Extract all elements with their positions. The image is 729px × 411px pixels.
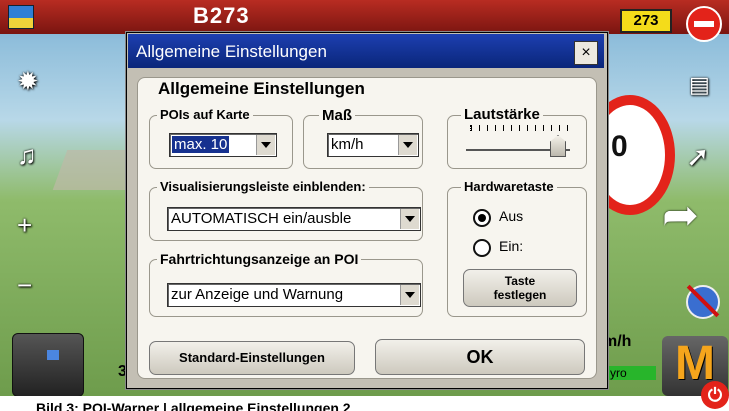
vis-bar-group-title: Visualisierungsleiste einblenden: (157, 179, 369, 194)
route-button-icon[interactable] (12, 333, 84, 396)
direction-group-title: Fahrtrichtungsanzeige an POI (157, 251, 362, 267)
pois-group-title: POIs auf Karte (157, 107, 253, 122)
defaults-button[interactable]: Standard-Einstellungen (149, 341, 355, 375)
assign-key-button[interactable]: Taste festlegen (463, 269, 577, 307)
speed-limit-value: 0 (611, 130, 628, 163)
chevron-down-icon[interactable] (398, 135, 417, 155)
route-number-badge: 273 (620, 9, 672, 33)
volume-group (447, 115, 587, 169)
ok-button-label: OK (466, 347, 494, 367)
battery-icon: ▤ (689, 72, 710, 97)
zoom-in-icon[interactable]: + (17, 210, 32, 241)
volume-group-title: Lautstärke (461, 106, 543, 123)
chevron-down-icon[interactable] (400, 209, 419, 229)
mass-group-title: Maß (319, 107, 355, 124)
direction-select[interactable]: zur Anzeige und Warnung (167, 283, 421, 307)
zoom-out-icon[interactable]: − (17, 270, 32, 301)
hardware-group-title: Hardwaretaste (461, 179, 557, 194)
radio-ein-label: Ein: (499, 238, 524, 254)
map-mode-icon[interactable] (8, 5, 34, 29)
navigation-arrow-icon[interactable]: ➚ (686, 140, 709, 173)
settings-dialog: Allgemeine Einstellungen × Allgemeine Ei… (126, 32, 608, 389)
pois-select[interactable]: max. 10 (169, 133, 277, 157)
bluetooth-off-icon[interactable] (686, 285, 720, 319)
status-indicator: yro (606, 366, 656, 380)
dialog-title: Allgemeine Einstellungen (136, 42, 327, 61)
brightness-icon[interactable]: ✹ (17, 66, 39, 97)
assign-key-button-label: Taste festlegen (493, 274, 547, 302)
chevron-down-icon[interactable] (400, 285, 419, 305)
defaults-button-label: Standard-Einstellungen (179, 350, 325, 365)
direction-select-value: zur Anzeige und Warnung (171, 286, 344, 303)
chevron-down-icon[interactable] (256, 135, 275, 155)
turn-arrow-icon: ➦ (662, 191, 699, 240)
mass-select-value: km/h (331, 136, 364, 153)
close-button[interactable]: × (574, 41, 598, 65)
road-name: B273 (193, 3, 250, 28)
vis-bar-select-value: AUTOMATISCH ein/ausble (171, 210, 352, 227)
pois-select-value: max. 10 (172, 136, 230, 153)
radio-aus[interactable] (473, 209, 491, 227)
radio-aus-label: Aus (499, 208, 524, 224)
panel-title: Allgemeine Einstellungen (155, 79, 368, 99)
vis-bar-select[interactable]: AUTOMATISCH ein/ausble (167, 207, 421, 231)
mass-select[interactable]: km/h (327, 133, 419, 157)
figure-caption: Bild 3: POI-Warner | allgemeine Einstell… (36, 400, 351, 411)
dialog-titlebar: Allgemeine Einstellungen × (128, 34, 604, 68)
power-icon[interactable]: ⏻ (701, 381, 729, 409)
volume-slider-ticks (470, 125, 571, 131)
music-note-icon[interactable]: ♫ (17, 140, 37, 171)
no-entry-icon (686, 6, 722, 42)
ok-button[interactable]: OK (375, 339, 585, 375)
radio-ein[interactable] (473, 239, 491, 257)
